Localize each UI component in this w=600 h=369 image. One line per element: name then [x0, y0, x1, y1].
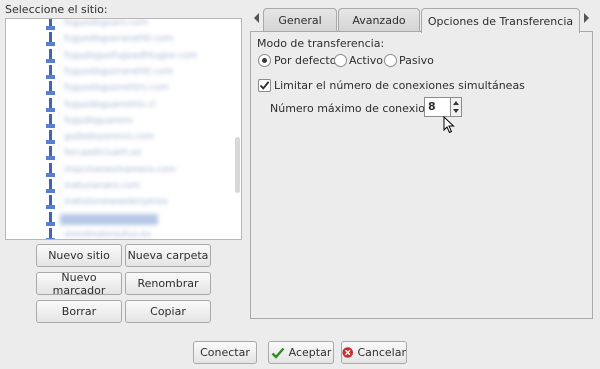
site-server-icon	[46, 146, 55, 161]
transfer-mode-label: Modo de transferencia:	[257, 37, 385, 50]
site-server-icon	[46, 227, 55, 239]
connect-button[interactable]: Conectar	[193, 341, 257, 364]
site-list-item[interactable]: forcaadiciuarh.es	[6, 145, 241, 163]
site-server-icon	[46, 32, 55, 47]
tab-transfer-label: Opciones de Transferencia	[427, 14, 574, 28]
site-list-item-label: fuguodoguanomis.cl	[64, 99, 156, 110]
mode-passive-radio[interactable]	[384, 54, 397, 67]
site-list-item[interactable]: fugudoguofugoadhtugoo.com	[6, 48, 241, 66]
cancel-icon	[342, 347, 354, 358]
site-list-item-label: fugudoguofugoadhtugoo.com	[64, 50, 198, 61]
site-server-icon	[46, 130, 55, 145]
mode-default-radio[interactable]	[258, 54, 271, 67]
rename-button[interactable]: Renombrar	[125, 272, 211, 295]
tab-advanced-label: Avanzado	[352, 14, 406, 27]
site-list-item-label: fuguodoguoranehtt.com	[64, 66, 174, 77]
site-server-icon	[46, 211, 55, 226]
site-list-item-label: forcaadiciuarh.es	[64, 148, 142, 159]
max-connections-stepper[interactable]	[451, 97, 462, 117]
copy-button[interactable]: Copiar	[125, 300, 211, 323]
site-server-icon	[46, 162, 55, 177]
site-list-item-label: fuguodoguonohtrs.com	[64, 83, 169, 94]
site-server-icon	[46, 19, 55, 30]
site-list-item-label: fugudoguanoro	[64, 115, 133, 126]
site-list-item-label: fuguodoguoranehtt.com	[64, 34, 174, 45]
site-list-item[interactable]: shmdmdoroufuo.es	[6, 227, 241, 240]
site-server-icon	[46, 179, 55, 193]
mode-active-radio[interactable]	[334, 54, 347, 67]
tab-scroll-left-icon[interactable]	[254, 13, 259, 23]
site-server-icon	[46, 48, 55, 63]
site-list-item-label: fuguodoguani.com	[64, 18, 149, 28]
tab-general[interactable]: General	[263, 8, 337, 32]
site-server-icon	[46, 113, 55, 128]
mouse-cursor-icon	[443, 116, 455, 134]
tab-transfer-options[interactable]: Opciones de Transferencia	[421, 8, 580, 33]
site-list-item-label: inatutoneseaoleriyerex	[64, 197, 168, 208]
new-bookmark-button[interactable]: Nuevo marcador	[36, 271, 122, 297]
new-site-button[interactable]: Nuevo sitio	[36, 244, 122, 267]
site-select-label: Seleccione el sitio:	[5, 3, 108, 16]
tab-advanced[interactable]: Avanzado	[338, 8, 420, 32]
mode-active-label[interactable]: Activo	[349, 54, 383, 67]
site-list-item-label: inatunanaro.com	[64, 181, 141, 191]
transfer-options-panel	[250, 31, 593, 319]
delete-button[interactable]: Borrar	[36, 300, 122, 323]
check-icon	[271, 347, 285, 359]
site-list-item[interactable]: fuguodoguonohtrs.com	[6, 80, 241, 98]
mode-passive-label[interactable]: Pasivo	[399, 54, 434, 67]
site-list-item[interactable]: impcmenesmamero.com	[6, 162, 241, 180]
tree-scrollbar[interactable]	[235, 137, 240, 193]
tab-general-label: General	[278, 14, 322, 27]
spin-up-icon[interactable]	[453, 101, 459, 105]
site-server-icon	[46, 195, 55, 210]
site-list-item[interactable]: inatunanaro.com	[6, 178, 241, 196]
site-list-item-label: impcmenesmamero.com	[64, 164, 176, 175]
site-list-item[interactable]: sehorelucatinetioaera	[6, 211, 241, 229]
cancel-label: Cancelar	[357, 346, 406, 359]
new-folder-button[interactable]: Nueva carpeta	[125, 244, 211, 267]
site-list-item-label: shmdmdoroufuo.es	[64, 229, 151, 240]
tab-scroll-right-icon[interactable]	[584, 13, 589, 23]
site-server-icon	[46, 64, 55, 79]
site-list-item[interactable]: fuguodoguanomis.cl	[6, 97, 241, 115]
spin-down-icon[interactable]	[453, 109, 459, 113]
site-list-item[interactable]: fuguodoguoranehtt.com	[6, 31, 241, 49]
site-list-item-label: sehorelucatinetioaera	[60, 213, 159, 225]
site-list-item[interactable]: inatutoneseaoleriyerex	[6, 194, 241, 212]
site-list-item-label: gudadoyoronro.com	[64, 132, 155, 143]
cancel-button[interactable]: Cancelar	[341, 341, 407, 364]
site-server-icon	[46, 81, 55, 96]
accept-label: Aceptar	[288, 346, 332, 359]
site-list-item[interactable]: fuguodoguoranehtt.com	[6, 64, 241, 82]
max-connections-input[interactable]: 8	[424, 97, 451, 117]
site-list-item[interactable]: fugudoguanoro	[6, 113, 241, 131]
max-connections-label: Número máximo de conexiones	[270, 102, 445, 115]
mode-default-label[interactable]: Por defecto	[274, 54, 336, 67]
accept-button[interactable]: Aceptar	[268, 341, 334, 364]
limit-connections-label[interactable]: Limitar el número de conexiones simultán…	[274, 79, 525, 92]
site-server-icon	[46, 97, 55, 112]
checkmark-icon	[259, 81, 270, 90]
limit-connections-checkbox[interactable]	[258, 79, 271, 92]
site-tree[interactable]: fuguodoguani.com fuguodoguoranehtt.com fug…	[5, 18, 242, 240]
site-list-item[interactable]: gudadoyoronro.com	[6, 129, 241, 147]
